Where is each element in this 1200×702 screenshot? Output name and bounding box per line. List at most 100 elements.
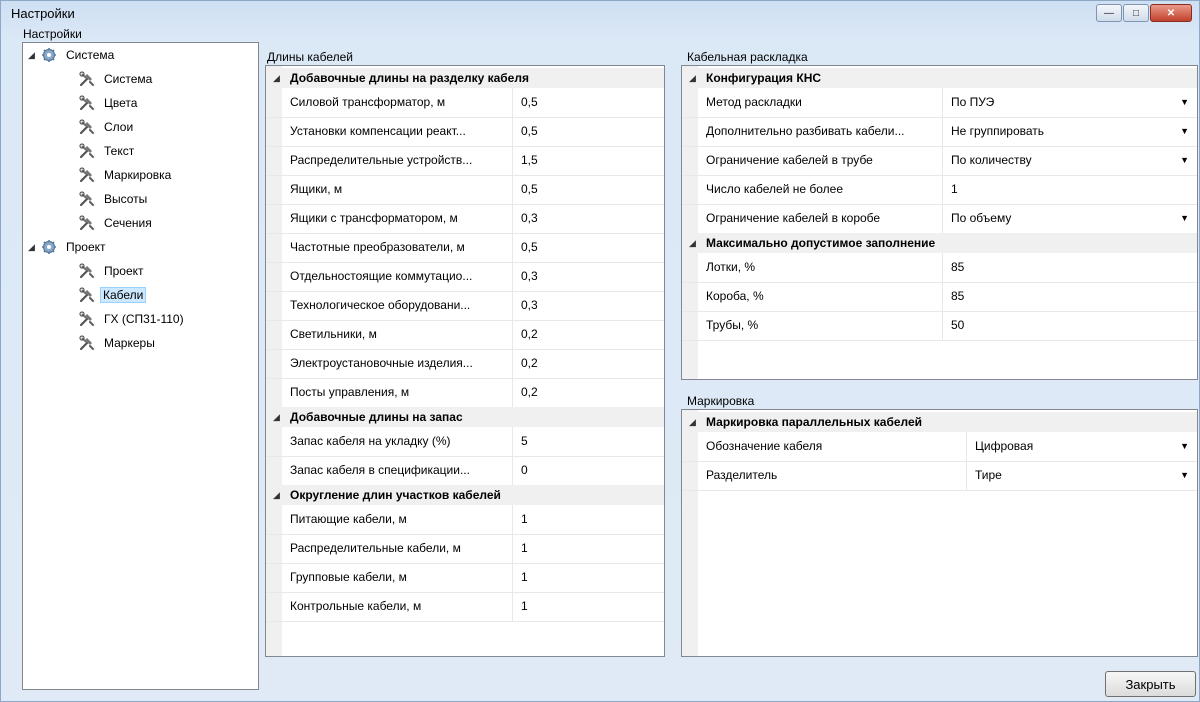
close-button[interactable]: Закрыть xyxy=(1105,671,1196,697)
property-category[interactable]: ◢ Маркировка параллельных кабелей xyxy=(682,412,1197,432)
property-row[interactable]: Ящики, м 0,5 xyxy=(266,175,664,205)
property-value[interactable]: 1 xyxy=(512,563,664,592)
property-value[interactable]: 0,5 xyxy=(512,175,664,204)
property-value[interactable]: 1,5 xyxy=(512,146,664,175)
property-row[interactable]: Распределительные кабели, м 1 xyxy=(266,534,664,564)
property-row[interactable]: Силовой трансформатор, м 0,5 xyxy=(266,88,664,118)
expand-triangle-icon[interactable]: ◢ xyxy=(28,242,40,253)
property-row[interactable]: Трубы, % 50 xyxy=(682,311,1197,341)
property-row[interactable]: Контрольные кабели, м 1 xyxy=(266,592,664,622)
property-value[interactable]: 85 xyxy=(942,253,1197,282)
tree-node-root[interactable]: ◢ Проект xyxy=(28,237,110,257)
tree-node[interactable]: Маркеры xyxy=(78,333,159,353)
property-row[interactable]: Лотки, % 85 xyxy=(682,253,1197,283)
collapse-triangle-icon[interactable]: ◢ xyxy=(273,485,280,505)
property-value[interactable]: 0,2 xyxy=(512,320,664,349)
property-row[interactable]: Обозначение кабеля Цифровая ▼ xyxy=(682,432,1197,462)
collapse-triangle-icon[interactable]: ◢ xyxy=(689,68,696,88)
property-value[interactable]: 1 xyxy=(512,505,664,534)
dropdown-arrow-icon[interactable]: ▼ xyxy=(1180,204,1189,233)
property-name: Ограничение кабелей в трубе xyxy=(706,153,873,167)
tree-node[interactable]: Высоты xyxy=(78,189,151,209)
marking-property-grid[interactable]: ◢ Маркировка параллельных кабелей Обозначе… xyxy=(681,409,1198,657)
collapse-triangle-icon[interactable]: ◢ xyxy=(273,68,280,88)
collapse-triangle-icon[interactable]: ◢ xyxy=(689,412,696,432)
property-row[interactable]: Посты управления, м 0,2 xyxy=(266,378,664,408)
property-name: Светильники, м xyxy=(290,327,377,341)
property-row[interactable]: Питающие кабели, м 1 xyxy=(266,505,664,535)
property-value[interactable]: 5 xyxy=(512,427,664,456)
tree-node[interactable]: Маркировка xyxy=(78,165,175,185)
property-value[interactable]: По количеству xyxy=(942,146,1197,175)
tree-node[interactable]: Система xyxy=(78,69,156,89)
maximize-button[interactable]: □ xyxy=(1123,4,1149,22)
property-category[interactable]: ◢ Максимально допустимое заполнение xyxy=(682,233,1197,253)
layout-property-grid[interactable]: ◢ Конфигурация КНС Метод раскладки По ПУЭ ▼ Д… xyxy=(681,65,1198,380)
property-value[interactable]: 0,2 xyxy=(512,378,664,407)
property-value[interactable]: 0,3 xyxy=(512,262,664,291)
property-row[interactable]: Ограничение кабелей в трубе По количеству… xyxy=(682,146,1197,176)
property-row[interactable]: Частотные преобразователи, м 0,5 xyxy=(266,233,664,263)
property-value[interactable]: По ПУЭ xyxy=(942,88,1197,117)
property-value[interactable]: 0,5 xyxy=(512,88,664,117)
property-row[interactable]: Запас кабеля в спецификации... 0 xyxy=(266,456,664,486)
dropdown-arrow-icon[interactable]: ▼ xyxy=(1180,432,1189,461)
close-window-button[interactable]: ✕ xyxy=(1150,4,1192,22)
expand-triangle-icon[interactable]: ◢ xyxy=(28,50,40,61)
property-category[interactable]: ◢ Добавочные длины на разделку кабеля xyxy=(266,68,664,88)
property-value[interactable]: 0,3 xyxy=(512,291,664,320)
property-value[interactable]: 1 xyxy=(512,534,664,563)
tree-node-root[interactable]: ◢ Система xyxy=(28,45,118,65)
property-value[interactable]: 1 xyxy=(942,175,1197,204)
property-value[interactable]: 0,5 xyxy=(512,233,664,262)
dropdown-arrow-icon[interactable]: ▼ xyxy=(1180,146,1189,175)
collapse-triangle-icon[interactable]: ◢ xyxy=(273,407,280,427)
tree-node[interactable]: Цвета xyxy=(78,93,141,113)
property-row[interactable]: Светильники, м 0,2 xyxy=(266,320,664,350)
property-row[interactable]: Установки компенсации реакт... 0,5 xyxy=(266,117,664,147)
tree-node[interactable]: Текст xyxy=(78,141,138,161)
property-row[interactable]: Ящики с трансформатором, м 0,3 xyxy=(266,204,664,234)
property-row[interactable]: Электроустановочные изделия... 0,2 xyxy=(266,349,664,379)
property-value[interactable]: 1 xyxy=(512,592,664,621)
property-category[interactable]: ◢ Конфигурация КНС xyxy=(682,68,1197,88)
property-value[interactable]: 0,5 xyxy=(512,117,664,146)
tree-node[interactable]: Кабели xyxy=(78,285,147,305)
property-row[interactable]: Запас кабеля на укладку (%) 5 xyxy=(266,427,664,457)
marking-panel-label: Маркировка xyxy=(687,394,755,408)
property-value[interactable]: 0,2 xyxy=(512,349,664,378)
property-category[interactable]: ◢ Округление длин участков кабелей xyxy=(266,485,664,505)
property-row[interactable]: Дополнительно разбивать кабели... Не груп… xyxy=(682,117,1197,147)
property-value[interactable]: 0,3 xyxy=(512,204,664,233)
property-category[interactable]: ◢ Добавочные длины на запас xyxy=(266,407,664,427)
tree-node[interactable]: Слои xyxy=(78,117,137,137)
tree-node-label: Высоты xyxy=(104,192,148,206)
property-row[interactable]: Разделитель Тире ▼ xyxy=(682,461,1197,491)
property-row[interactable]: Групповые кабели, м 1 xyxy=(266,563,664,593)
tree-node-label: Проект xyxy=(66,240,106,254)
tree-node[interactable]: Сечения xyxy=(78,213,156,233)
property-value[interactable]: Не группировать xyxy=(942,117,1197,146)
property-row[interactable]: Отдельностоящие коммутацио... 0,3 xyxy=(266,262,664,292)
property-row[interactable]: Короба, % 85 xyxy=(682,282,1197,312)
minimize-button[interactable]: — xyxy=(1096,4,1122,22)
dropdown-arrow-icon[interactable]: ▼ xyxy=(1180,117,1189,146)
property-value[interactable]: 85 xyxy=(942,282,1197,311)
property-row[interactable]: Ограничение кабелей в коробе По объему ▼ xyxy=(682,204,1197,234)
property-value[interactable]: 0 xyxy=(512,456,664,485)
dropdown-arrow-icon[interactable]: ▼ xyxy=(1180,461,1189,490)
property-row[interactable]: Технологическое оборудовани... 0,3 xyxy=(266,291,664,321)
property-value[interactable]: По объему xyxy=(942,204,1197,233)
property-value[interactable]: Тире xyxy=(966,461,1197,490)
property-row[interactable]: Метод раскладки По ПУЭ ▼ xyxy=(682,88,1197,118)
property-row[interactable]: Распределительные устройств... 1,5 xyxy=(266,146,664,176)
property-row[interactable]: Число кабелей не более 1 xyxy=(682,175,1197,205)
lengths-property-grid[interactable]: ◢ Добавочные длины на разделку кабеля Сило… xyxy=(265,65,665,657)
collapse-triangle-icon[interactable]: ◢ xyxy=(689,233,696,253)
dropdown-arrow-icon[interactable]: ▼ xyxy=(1180,88,1189,117)
tree-node[interactable]: Проект xyxy=(78,261,148,281)
property-value[interactable]: Цифровая xyxy=(966,432,1197,461)
property-value[interactable]: 50 xyxy=(942,311,1197,340)
settings-tree[interactable]: ◢ Система Система Цвета Слои Текст Маркировка В… xyxy=(22,42,259,690)
tree-node[interactable]: ГХ (СП31-110) xyxy=(78,309,188,329)
